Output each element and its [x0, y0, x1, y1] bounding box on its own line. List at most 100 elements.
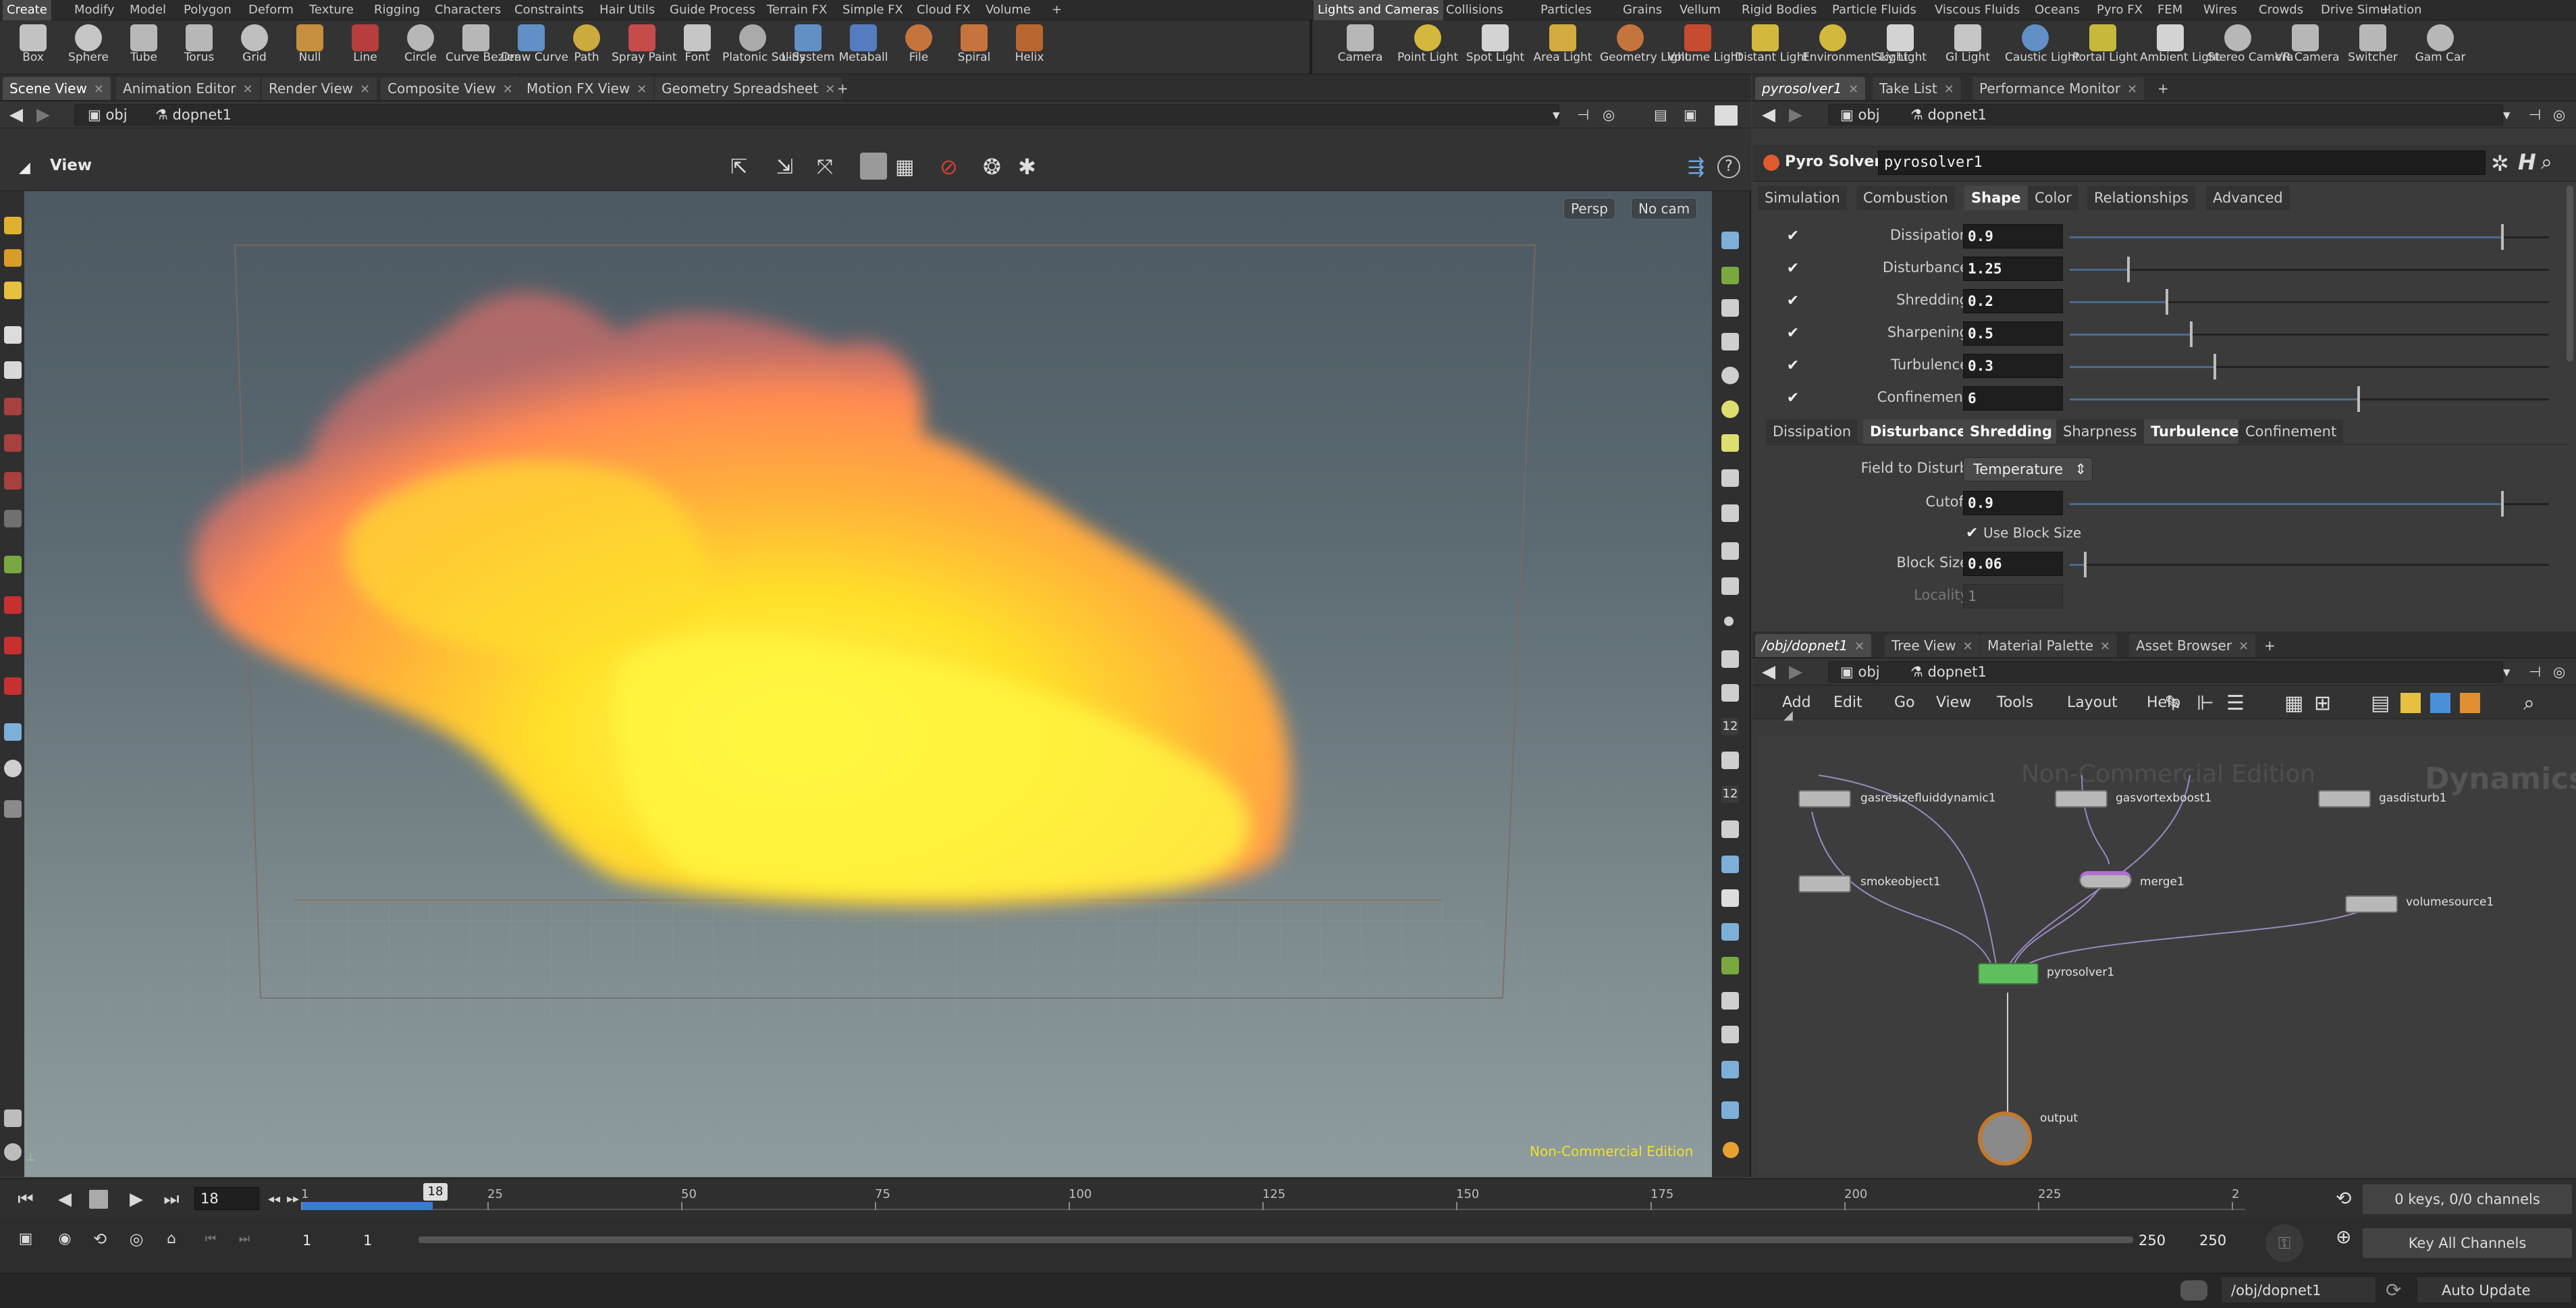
shelf-tab-model[interactable]: Model — [126, 0, 170, 20]
tool-spray-paint[interactable]: Spray Paint — [612, 23, 677, 73]
link-icon[interactable]: ◎ — [2553, 662, 2565, 681]
spreadsheet-icon[interactable] — [1721, 1026, 1739, 1043]
node-pyrosolver[interactable] — [1978, 963, 2039, 985]
shelf-tab-hair-utils[interactable]: Hair Utils — [595, 0, 659, 20]
tool-point-light[interactable]: Point Light — [1397, 23, 1458, 73]
tab-animation-editor[interactable]: Animation Editor ✕ — [116, 77, 260, 100]
tab-simulation[interactable]: Simulation — [1758, 186, 1847, 210]
tab-take-list[interactable]: Take List ✕ — [1873, 77, 1961, 100]
display-icon[interactable] — [1721, 232, 1739, 249]
range-start-field[interactable]: 1 — [297, 1230, 358, 1253]
add-tab-button[interactable]: + — [830, 77, 855, 100]
tool-metaball[interactable]: Metaball — [833, 23, 894, 73]
ramp-icon[interactable] — [1721, 856, 1739, 873]
record-icon[interactable]: ⊘ — [940, 154, 958, 180]
play-icon[interactable]: ▶ — [126, 1188, 147, 1210]
block-size-field[interactable]: 0.06 — [1963, 552, 2063, 576]
tab-pyrosolver[interactable]: pyrosolver1 ✕ — [1755, 77, 1866, 100]
handle-icon[interactable] — [4, 398, 22, 415]
param-slider[interactable] — [2070, 354, 2549, 380]
camera-button[interactable]: No cam — [1631, 198, 1698, 219]
point-icon[interactable] — [1724, 617, 1734, 626]
path-segment-dopnet[interactable]: ⚗ dopnet1 — [1910, 662, 1987, 681]
lightbulb-icon[interactable] — [1721, 434, 1739, 452]
tool-font[interactable]: Font — [667, 23, 728, 73]
param-slider[interactable] — [2070, 289, 2549, 315]
tab-motion-fx-view[interactable]: Motion FX View ✕ — [520, 77, 654, 100]
book-icon[interactable] — [4, 1109, 22, 1127]
tab-combustion[interactable]: Combustion — [1856, 186, 1955, 210]
subtab-shredding[interactable]: Shredding — [1963, 419, 2059, 444]
subtab-sharpness[interactable]: Sharpness — [2056, 419, 2144, 444]
tool-tube[interactable]: Tube — [113, 23, 174, 73]
enable-checkbox[interactable]: ✔ — [1785, 325, 1801, 342]
maximize-icon[interactable] — [1715, 105, 1738, 126]
timeline-ruler[interactable]: 1 25 50 75 100 125 150 175 200 225 2 18 — [301, 1183, 2245, 1217]
bucket-icon[interactable] — [1721, 752, 1739, 769]
channel-icon[interactable]: ⊕ — [2336, 1226, 2351, 1248]
shelf-tab-modify[interactable]: Modify — [70, 0, 119, 20]
menu-view[interactable]: View — [1936, 694, 1971, 711]
back-arrow-icon[interactable]: ◀ — [9, 105, 23, 124]
path-segment-dopnet[interactable]: ⚗ dopnet1 — [1910, 105, 1987, 124]
shelf-add-tab-button-right[interactable]: + — [2376, 0, 2394, 20]
menu-tools[interactable]: Tools — [1997, 694, 2033, 711]
help-icon[interactable]: ? — [1717, 155, 1740, 178]
path-field[interactable] — [74, 104, 1559, 126]
tab-performance-monitor[interactable]: Performance Monitor ✕ — [1973, 77, 2145, 100]
slider-handle[interactable] — [2084, 552, 2087, 577]
headlight-icon[interactable] — [1721, 367, 1739, 384]
tool-l-system[interactable]: L-System — [778, 23, 838, 73]
slider-handle[interactable] — [2501, 491, 2504, 517]
display-flag-icon[interactable] — [1721, 577, 1739, 595]
uv-icon[interactable] — [1721, 684, 1739, 702]
number-icon[interactable]: 12 — [1721, 718, 1739, 735]
pose-icon[interactable] — [4, 472, 22, 490]
close-icon[interactable]: ✕ — [1854, 639, 1864, 654]
forward-arrow-icon[interactable]: ▶ — [1789, 662, 1802, 681]
teapot-icon[interactable] — [4, 1143, 22, 1161]
key-icon[interactable]: ⚿ — [2265, 1224, 2303, 1262]
shelf-add-tab-button[interactable]: + — [1048, 0, 1066, 20]
wrench-icon[interactable]: ✎ — [2164, 691, 2181, 715]
subtab-disturbance[interactable]: Disturbance — [1863, 419, 1974, 444]
shelf-tab-volume[interactable]: Volume — [982, 0, 1035, 20]
shelf-tab-drive-simulation[interactable]: Drive Simulation — [2317, 0, 2426, 20]
slider-handle[interactable] — [2501, 224, 2504, 250]
loop-icon[interactable]: ⟲ — [89, 1228, 111, 1250]
cutoff-field[interactable]: 0.9 — [1963, 491, 2063, 515]
path-dropdown-icon[interactable]: ▾ — [2503, 662, 2511, 681]
shelf-tab-deform[interactable]: Deform — [244, 0, 298, 20]
global-icon[interactable]: ⌂ — [161, 1228, 182, 1250]
tool-circle[interactable]: Circle — [390, 23, 451, 73]
node-output[interactable] — [1978, 1111, 2032, 1166]
list-icon[interactable]: ☰ — [2226, 691, 2245, 715]
tool-grid[interactable]: Grid — [224, 23, 285, 73]
number-icon-2[interactable]: 12 — [1721, 785, 1739, 803]
status-path-field[interactable]: /obj/dopnet1 — [2221, 1276, 2376, 1303]
tool-box[interactable]: Box — [3, 23, 63, 73]
refresh-icon[interactable]: ⟳ — [2386, 1279, 2401, 1301]
scene-viewport[interactable]: Persp No cam Non-Commercial Edition ⟂ — [24, 191, 1712, 1177]
param-value-field[interactable]: 0.5 — [1963, 321, 2063, 346]
settings-icon[interactable]: ✱ — [1018, 154, 1036, 180]
box-icon[interactable] — [1721, 957, 1739, 974]
viewer-menu-arrow-icon[interactable]: ◢ — [19, 159, 30, 176]
checker-icon[interactable] — [1721, 889, 1739, 907]
particle-icon[interactable] — [1721, 504, 1739, 522]
tool-spot-light[interactable]: Spot Light — [1465, 23, 1526, 73]
enable-checkbox[interactable]: ✔ — [1785, 261, 1801, 277]
block-size-slider[interactable] — [2070, 552, 2549, 577]
tool-portal-light[interactable]: Portal Light — [2072, 23, 2138, 73]
slider-handle[interactable] — [2213, 354, 2216, 380]
close-icon[interactable]: ✕ — [360, 82, 370, 97]
param-value-field[interactable]: 1.25 — [1963, 257, 2063, 281]
image-icon[interactable] — [2430, 693, 2450, 713]
lock-camera-icon[interactable] — [1721, 299, 1739, 317]
menu-go[interactable]: Go — [1894, 694, 1915, 711]
tab-network-editor[interactable]: /obj/dopnet1 ✕ — [1755, 634, 1872, 657]
back-arrow-icon[interactable]: ◀ — [1762, 105, 1775, 124]
skeleton-icon[interactable] — [1721, 469, 1739, 487]
tab-geometry-spreadsheet[interactable]: Geometry Spreadsheet ✕ — [655, 77, 842, 100]
tool-file[interactable]: File — [888, 23, 949, 73]
